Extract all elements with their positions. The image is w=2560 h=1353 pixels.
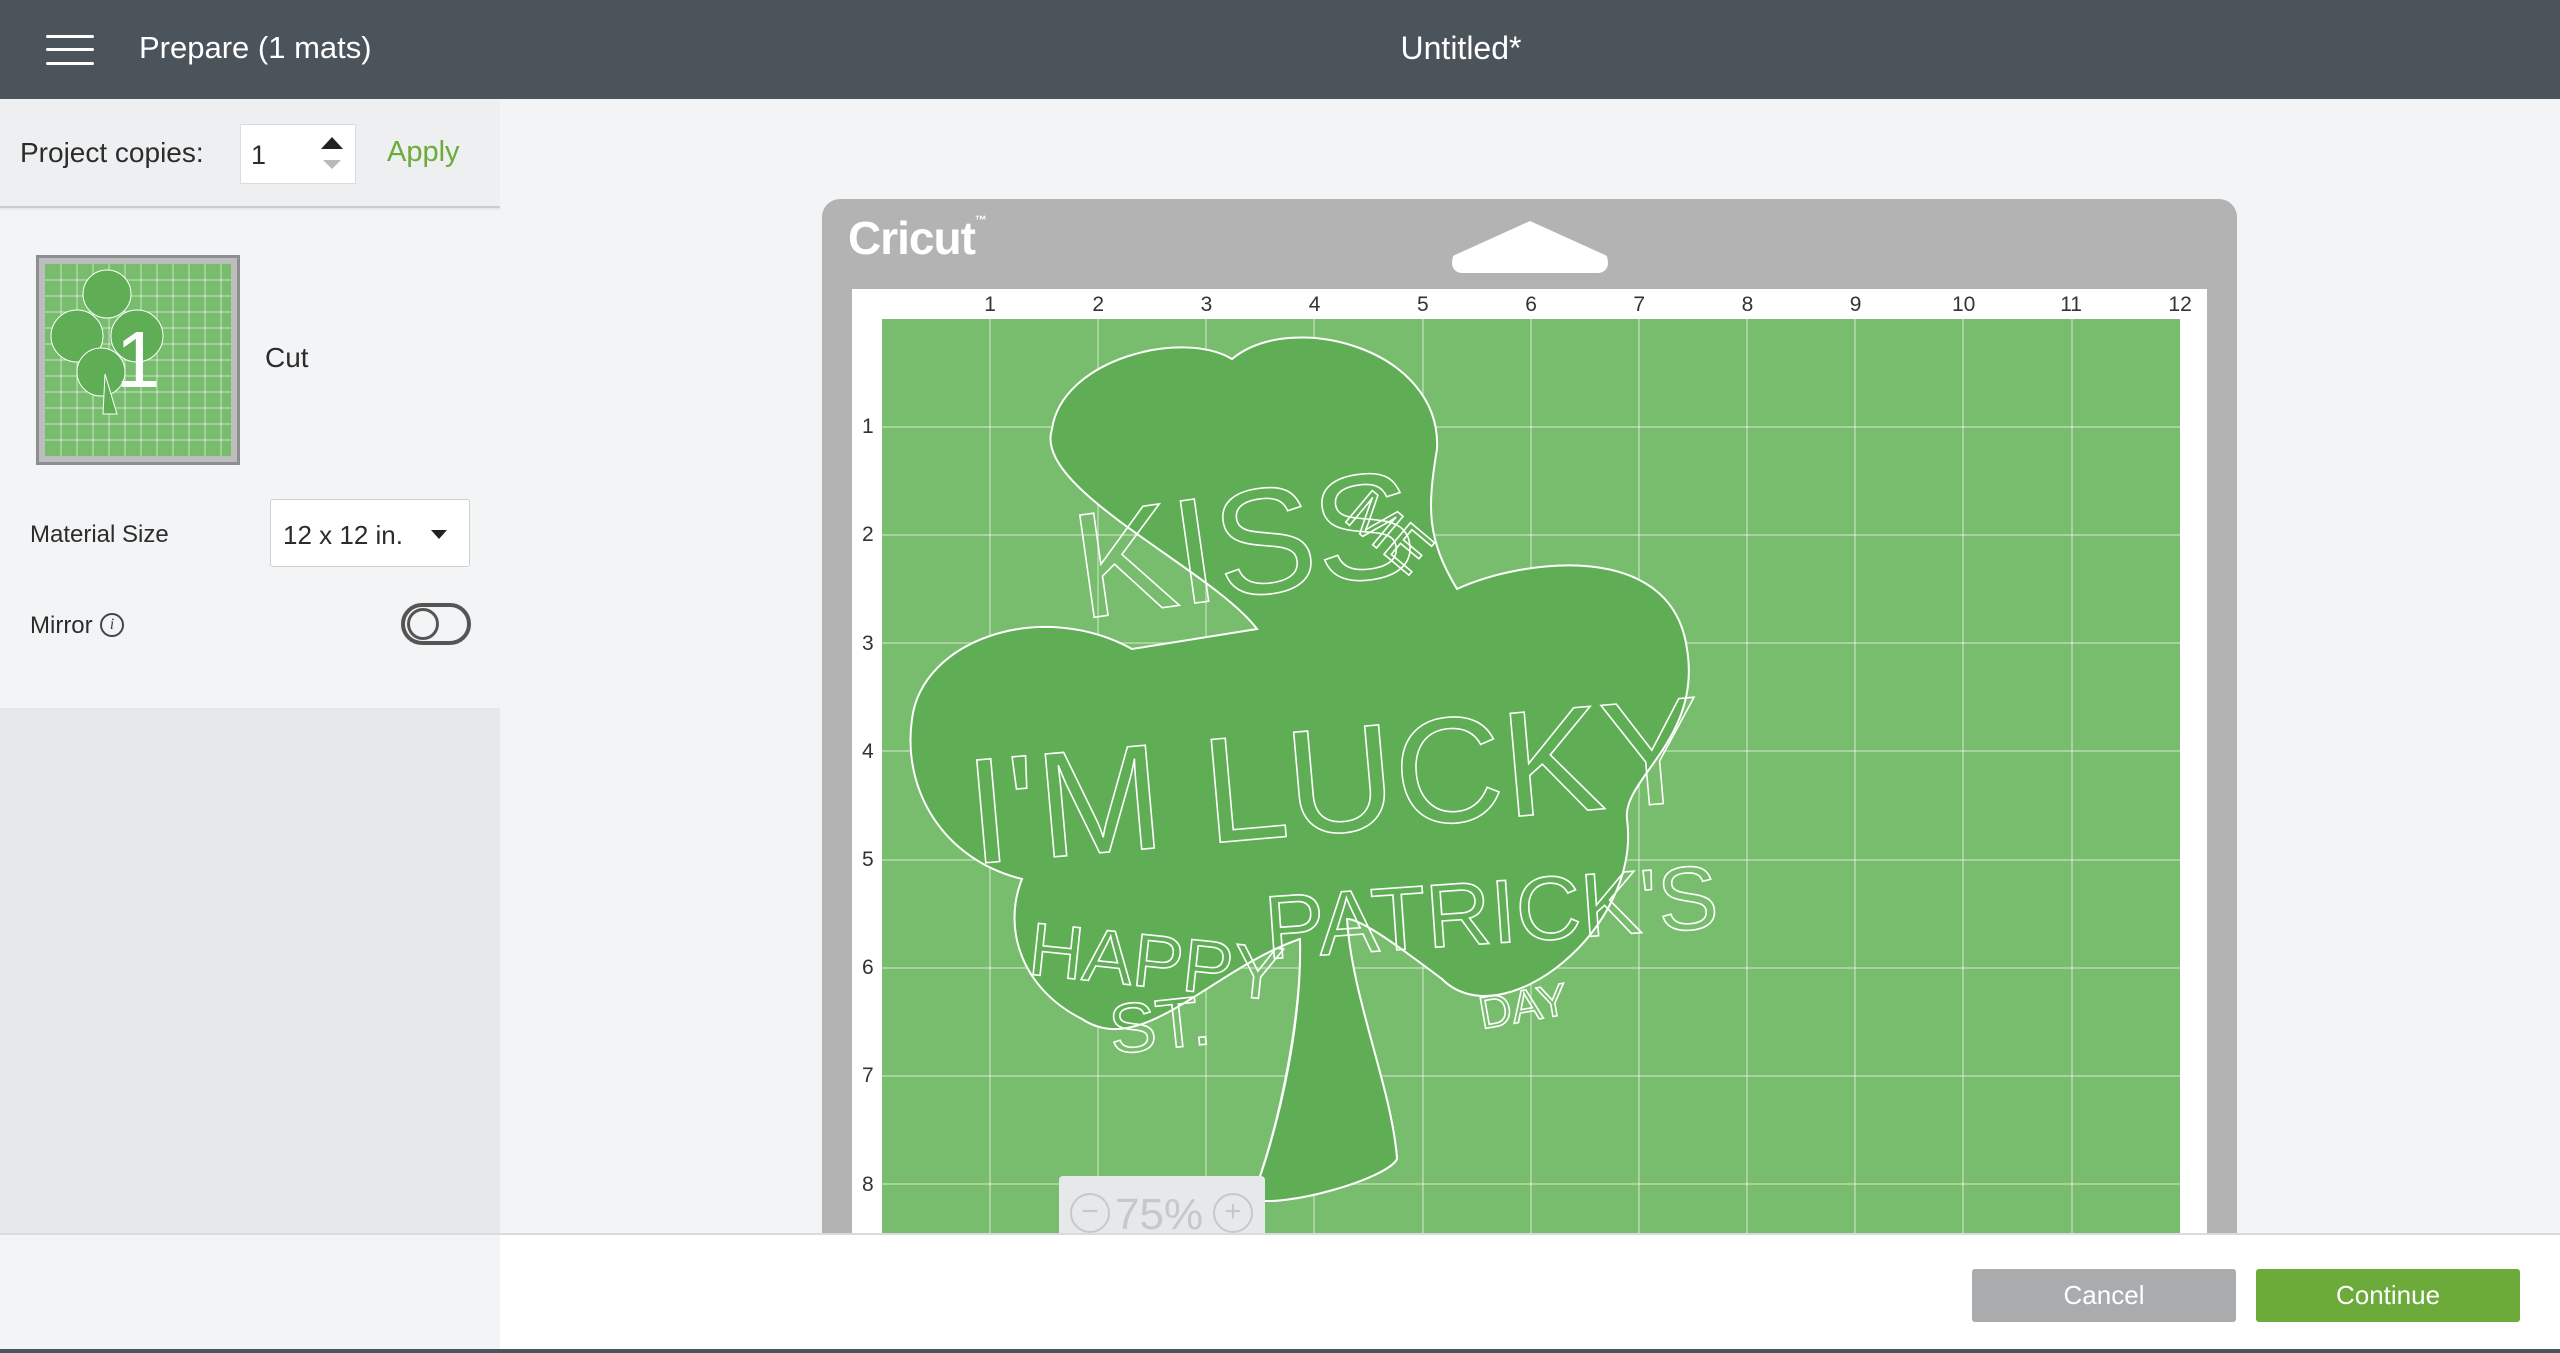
ruler-top-label: 7 bbox=[1633, 293, 1646, 316]
info-icon[interactable]: i bbox=[100, 613, 124, 637]
ruler-left-label: 7 bbox=[862, 1064, 874, 1088]
ruler-top-label: 1 bbox=[984, 293, 996, 316]
bottom-strip bbox=[0, 1349, 2560, 1353]
decrement-arrow-icon[interactable] bbox=[323, 160, 341, 169]
project-copies-stepper[interactable]: 1 bbox=[240, 124, 356, 184]
zoom-in-icon[interactable]: + bbox=[1213, 1193, 1253, 1233]
st-text: ST. bbox=[1105, 981, 1214, 1069]
ruler-left-label: 6 bbox=[862, 956, 874, 980]
top-bar: Prepare (1 mats) Untitled* bbox=[0, 0, 2560, 99]
project-copies-row: Project copies: 1 Apply bbox=[0, 99, 500, 208]
ruler-top-label: 11 bbox=[2060, 293, 2082, 316]
increment-arrow-icon[interactable] bbox=[321, 137, 343, 149]
footer-bar: Cancel Continue bbox=[500, 1233, 2560, 1353]
project-copies-label: Project copies: bbox=[20, 137, 204, 168]
ruler-top-label: 4 bbox=[1308, 293, 1321, 316]
mat-grid[interactable]: KISS ME I'M LUCKY HAPPY ST. PATRICK'S DA… bbox=[882, 319, 2180, 1233]
ruler-top-label: 2 bbox=[1092, 293, 1105, 316]
ruler-top-label: 5 bbox=[1417, 293, 1429, 316]
ruler-left-label: 8 bbox=[862, 1172, 874, 1196]
mat-settings: 1 Cut Material Size 12 x 12 in. Mirror i bbox=[0, 210, 500, 708]
ruler-left-label: 1 bbox=[862, 415, 874, 439]
footer-left bbox=[0, 1233, 500, 1353]
zoom-level: 75% bbox=[1115, 1190, 1204, 1233]
mat-notch bbox=[1452, 221, 1608, 273]
ruler-top: 0123456789101112 bbox=[852, 289, 2207, 319]
cricut-logo: Cricut™ bbox=[848, 211, 987, 265]
zoom-out-icon[interactable]: − bbox=[1070, 1193, 1110, 1233]
ruler-left-label: 3 bbox=[862, 631, 874, 655]
mirror-toggle[interactable] bbox=[401, 603, 471, 645]
mat-thumbnail-preview: 1 bbox=[45, 264, 231, 456]
document-title: Untitled* bbox=[1400, 30, 1522, 66]
cancel-button[interactable]: Cancel bbox=[1972, 1269, 2236, 1322]
mat-thumbnail[interactable]: 1 bbox=[36, 255, 240, 465]
left-panel: Project copies: 1 Apply 1 Cut Material S… bbox=[0, 99, 500, 1233]
continue-button[interactable]: Continue bbox=[2256, 1269, 2520, 1322]
material-size-label: Material Size bbox=[30, 521, 169, 548]
material-size-select[interactable]: 12 x 12 in. bbox=[270, 499, 470, 567]
material-size-value[interactable]: 12 x 12 in. bbox=[283, 520, 403, 551]
ruler-top-label: 9 bbox=[1849, 293, 1862, 316]
mirror-label: Mirror bbox=[30, 612, 93, 639]
trademark-symbol: ™ bbox=[974, 213, 987, 227]
ruler-left-label: 4 bbox=[862, 739, 874, 763]
zoom-control: − 75% + bbox=[1059, 1176, 1265, 1233]
ruler-left-label: 2 bbox=[862, 523, 874, 547]
mat-operation-label: Cut bbox=[265, 342, 309, 373]
ruler-left: 1 2 3 4 5 6 7 8 bbox=[852, 289, 882, 1233]
mat-number: 1 bbox=[115, 315, 161, 404]
shamrock-design[interactable]: KISS ME I'M LUCKY HAPPY ST. PATRICK'S DA… bbox=[882, 319, 2180, 1233]
mat-canvas[interactable]: Cricut™ 0123456789101112 12345678 KISS bbox=[500, 99, 2560, 1233]
mirror-toggle-knob[interactable] bbox=[407, 608, 439, 640]
project-copies-value[interactable]: 1 bbox=[251, 140, 266, 171]
ruler-top-label: 6 bbox=[1525, 293, 1537, 316]
mat-surface: 0123456789101112 12345678 KISS ME I'M LU… bbox=[852, 289, 2207, 1233]
ruler-top-label: 12 bbox=[2168, 293, 2192, 316]
apply-button[interactable]: Apply bbox=[387, 136, 460, 169]
cutting-mat: Cricut™ 0123456789101112 12345678 KISS bbox=[822, 199, 2237, 1233]
cricut-logo-text: Cricut bbox=[848, 212, 976, 264]
ruler-left-label: 5 bbox=[862, 848, 874, 871]
ruler-top-label: 10 bbox=[1952, 293, 1976, 316]
ruler-top-label: 8 bbox=[1741, 293, 1754, 316]
chevron-down-icon[interactable] bbox=[431, 530, 447, 539]
ruler-top-label: 3 bbox=[1200, 293, 1213, 316]
